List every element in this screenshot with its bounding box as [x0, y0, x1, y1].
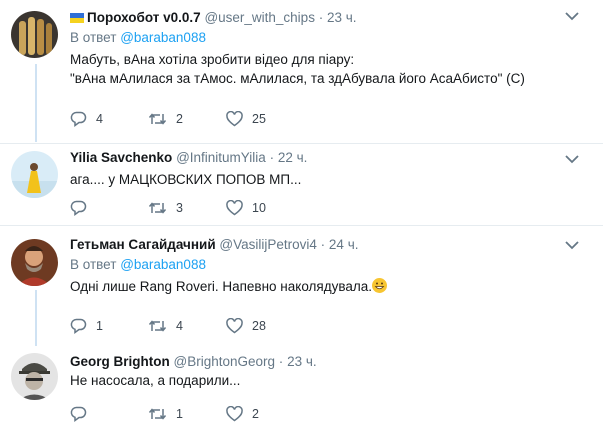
reply-context: В ответ @baraban088 [70, 29, 589, 47]
chevron-down-icon[interactable] [565, 240, 579, 250]
heart-icon [226, 200, 243, 216]
ukraine-flag-icon [70, 13, 84, 23]
tweet-text: Мабуть, вАна хотіла зробити відео для пі… [70, 50, 589, 88]
like-count: 28 [252, 319, 266, 333]
like-button[interactable]: 28 [226, 318, 304, 334]
separator: · [318, 10, 324, 25]
retweet-count: 2 [176, 112, 183, 126]
like-button[interactable]: 2 [226, 406, 304, 422]
separator: · [269, 150, 275, 165]
retweet-icon [148, 320, 167, 332]
chevron-down-icon[interactable] [565, 154, 579, 164]
retweet-button[interactable]: 1 [148, 406, 226, 422]
retweet-count: 4 [176, 319, 183, 333]
tweet-text-line: Не насосала, а подарили... [70, 373, 241, 388]
reply-prefix: В ответ [70, 257, 117, 272]
tweet-text-line: ага.... у МАЦКОВСКИХ ПОПОВ МП... [70, 172, 302, 187]
author-handle[interactable]: @VasilijPetrovi4 [219, 237, 317, 252]
author-name[interactable]: Yilia Savchenko [70, 150, 172, 165]
retweet-button[interactable]: 2 [148, 111, 226, 127]
tweet[interactable]: Гетьман Сагайдачний @VasilijPetrovi4 · 2… [0, 226, 603, 344]
timestamp[interactable]: 22 ч. [278, 150, 308, 165]
avatar[interactable] [11, 151, 58, 198]
avatar[interactable] [11, 353, 58, 400]
avatar[interactable] [11, 239, 58, 286]
retweet-icon [148, 202, 167, 214]
retweet-button[interactable]: 4 [148, 318, 226, 334]
reply-button[interactable]: 1 [70, 318, 148, 334]
tweet-text: Одні лише Rang Roveri. Напевно наколядув… [70, 277, 589, 296]
retweet-count: 1 [176, 407, 183, 421]
reply-context: В ответ @baraban088 [70, 256, 589, 274]
separator: · [278, 354, 284, 369]
author-name[interactable]: Georg Brighton [70, 354, 170, 369]
like-count: 10 [252, 201, 266, 215]
tweet-text-line: Мабуть, вАна хотіла зробити відео для пі… [70, 52, 355, 67]
retweet-count: 3 [176, 201, 183, 215]
author-handle[interactable]: @BrightonGeorg [174, 354, 276, 369]
reply-mention-link[interactable]: @baraban088 [120, 257, 206, 272]
heart-icon [226, 111, 243, 127]
reply-mention-link[interactable]: @baraban088 [120, 30, 206, 45]
reply-icon [70, 406, 87, 422]
separator: · [320, 237, 326, 252]
chevron-down-icon[interactable] [565, 11, 579, 21]
heart-icon [226, 406, 243, 422]
tweet-text-line: "вАна мАлилася за тАмос. мАлилася, та зд… [70, 71, 525, 86]
reply-prefix: В ответ [70, 30, 117, 45]
retweet-icon [148, 113, 167, 125]
reply-count: 4 [96, 112, 103, 126]
tweet-text: ага.... у МАЦКОВСКИХ ПОПОВ МП... [70, 170, 589, 189]
tweet-text-line: Одні лише Rang Roveri. Напевно наколядув… [70, 279, 373, 294]
author-name[interactable]: Порохобот v0.0.7 [87, 10, 201, 25]
author-name[interactable]: Гетьман Сагайдачний [70, 237, 216, 252]
like-count: 25 [252, 112, 266, 126]
reply-icon [70, 111, 87, 127]
author-handle[interactable]: @user_with_chips [204, 10, 315, 25]
timestamp[interactable]: 24 ч. [329, 237, 359, 252]
reply-icon [70, 200, 87, 216]
heart-icon [226, 318, 243, 334]
like-button[interactable]: 10 [226, 200, 304, 216]
timestamp[interactable]: 23 ч. [287, 354, 317, 369]
avatar[interactable] [11, 11, 58, 58]
reply-icon [70, 318, 87, 334]
like-count: 2 [252, 407, 259, 421]
grinning-face-emoji-icon [372, 278, 388, 293]
reply-button[interactable] [70, 406, 148, 422]
tweet-text: Не насосала, а подарили... [70, 371, 589, 390]
tweet[interactable]: Yilia Savchenko @InfinitumYilia · 22 ч. … [0, 144, 603, 226]
like-button[interactable]: 25 [226, 111, 304, 127]
timestamp[interactable]: 23 ч. [327, 10, 357, 25]
reply-button[interactable]: 4 [70, 111, 148, 127]
reply-count: 1 [96, 319, 103, 333]
tweet[interactable]: Georg Brighton @BrightonGeorg · 23 ч. Не… [0, 344, 603, 422]
tweet[interactable]: Порохобот v0.0.7 @user_with_chips · 23 ч… [0, 0, 603, 144]
retweet-button[interactable]: 3 [148, 200, 226, 216]
author-handle[interactable]: @InfinitumYilia [176, 150, 266, 165]
retweet-icon [148, 408, 167, 420]
reply-button[interactable] [70, 200, 148, 216]
